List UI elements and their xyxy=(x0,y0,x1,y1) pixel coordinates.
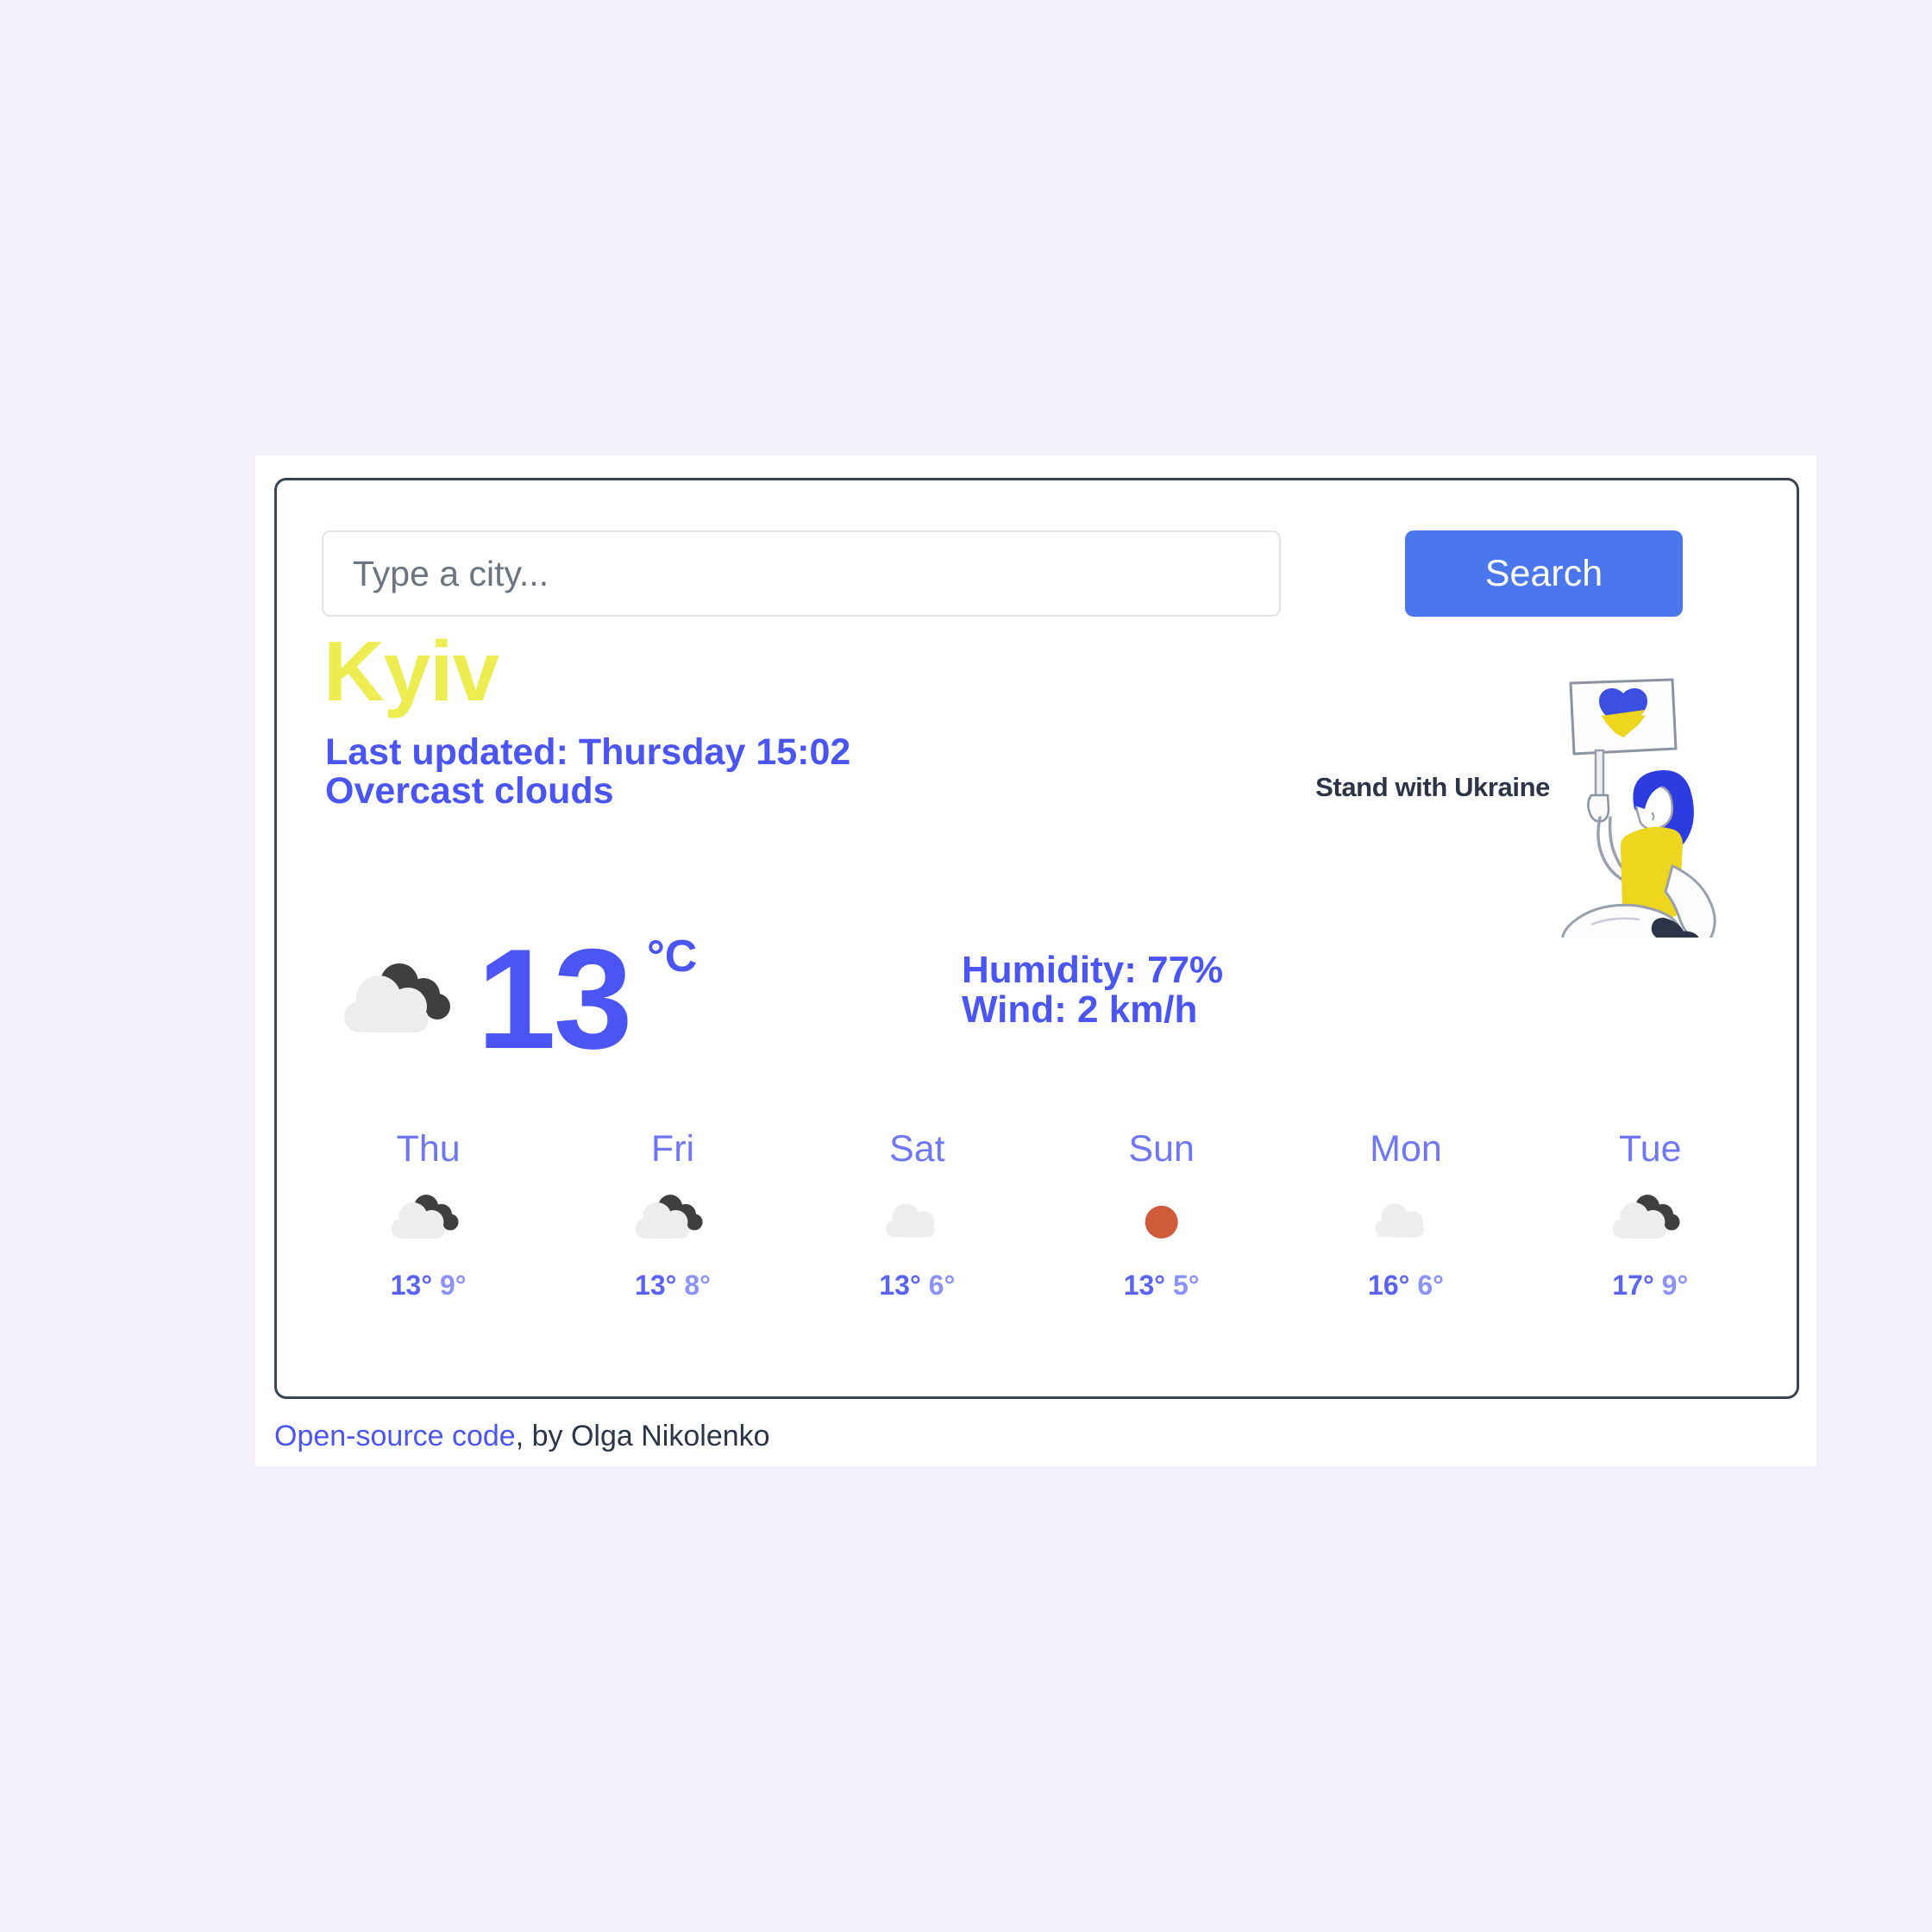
forecast-max-temp: 13° xyxy=(1123,1270,1166,1302)
current-conditions: 13 °C Humidity: 77% Wind: 2 km/h xyxy=(323,919,1755,1078)
footer-author-text: , by Olga Nikolenko xyxy=(515,1420,770,1452)
ukraine-illustration xyxy=(1541,674,1766,962)
forecast-max-temp: 16° xyxy=(1368,1270,1410,1302)
overcast-clouds-icon xyxy=(1283,1183,1527,1258)
forecast-temperatures: 17° 9° xyxy=(1528,1270,1772,1302)
clear-sun-icon xyxy=(1039,1183,1283,1258)
forecast-day-label: Fri xyxy=(650,1128,695,1170)
forecast-day-label: Sun xyxy=(1128,1128,1195,1170)
forecast-row: Thu 13° 9° Fri 13° 8° Sat 13° 6° Sun 13°… xyxy=(306,1128,1772,1302)
forecast-min-temp: 9° xyxy=(1661,1270,1689,1302)
current-temperature: 13 xyxy=(477,919,633,1078)
weather-condition-text: Overcast clouds xyxy=(325,770,614,812)
forecast-max-temp: 13° xyxy=(635,1270,677,1302)
forecast-max-temp: 13° xyxy=(390,1270,433,1302)
forecast-day-label: Tue xyxy=(1619,1128,1682,1170)
forecast-min-temp: 9° xyxy=(440,1270,467,1302)
forecast-min-temp: 8° xyxy=(684,1270,711,1302)
broken-clouds-icon xyxy=(341,957,466,1051)
broken-clouds-icon xyxy=(1528,1183,1772,1258)
forecast-max-temp: 17° xyxy=(1612,1270,1654,1302)
forecast-day: Sat 13° 6° xyxy=(795,1128,1039,1302)
forecast-day: Thu 13° 9° xyxy=(306,1128,550,1302)
stand-with-ukraine-banner: Stand with Ukraine xyxy=(1283,480,1766,962)
forecast-day: Sun 13° 5° xyxy=(1039,1128,1283,1302)
last-updated-text: Last updated: Thursday 15:02 xyxy=(325,731,851,773)
wind-text: Wind: 2 km/h xyxy=(962,988,1198,1031)
forecast-min-temp: 6° xyxy=(928,1270,956,1302)
stand-with-ukraine-label: Stand with Ukraine xyxy=(1315,772,1550,802)
forecast-temperatures: 13° 5° xyxy=(1039,1270,1283,1302)
city-name: Kyiv xyxy=(323,624,499,718)
broken-clouds-icon xyxy=(306,1183,550,1258)
forecast-day: Mon 16° 6° xyxy=(1283,1128,1527,1302)
weather-card: Search Kyiv Last updated: Thursday 15:02… xyxy=(274,478,1799,1399)
open-source-code-link[interactable]: Open-source code xyxy=(274,1420,516,1452)
forecast-temperatures: 16° 6° xyxy=(1283,1270,1527,1302)
app-shell: Search Kyiv Last updated: Thursday 15:02… xyxy=(255,455,1816,1466)
overcast-clouds-icon xyxy=(795,1183,1039,1258)
forecast-temperatures: 13° 8° xyxy=(550,1270,794,1302)
forecast-temperatures: 13° 9° xyxy=(306,1270,550,1302)
forecast-max-temp: 13° xyxy=(879,1270,921,1302)
forecast-min-temp: 5° xyxy=(1172,1270,1200,1302)
footer: Open-source code, by Olga Nikolenko xyxy=(274,1420,770,1453)
forecast-day-label: Mon xyxy=(1370,1128,1442,1170)
search-input[interactable] xyxy=(322,530,1281,617)
forecast-day-label: Sat xyxy=(889,1128,945,1170)
forecast-day: Fri 13° 8° xyxy=(550,1128,794,1302)
humidity-text: Humidity: 77% xyxy=(962,949,1224,991)
forecast-day: Tue 17° 9° xyxy=(1528,1128,1772,1302)
forecast-min-temp: 6° xyxy=(1417,1270,1444,1302)
broken-clouds-icon xyxy=(550,1183,794,1258)
forecast-day-label: Thu xyxy=(396,1128,461,1170)
temperature-unit: °C xyxy=(647,932,698,982)
forecast-temperatures: 13° 6° xyxy=(795,1270,1039,1302)
